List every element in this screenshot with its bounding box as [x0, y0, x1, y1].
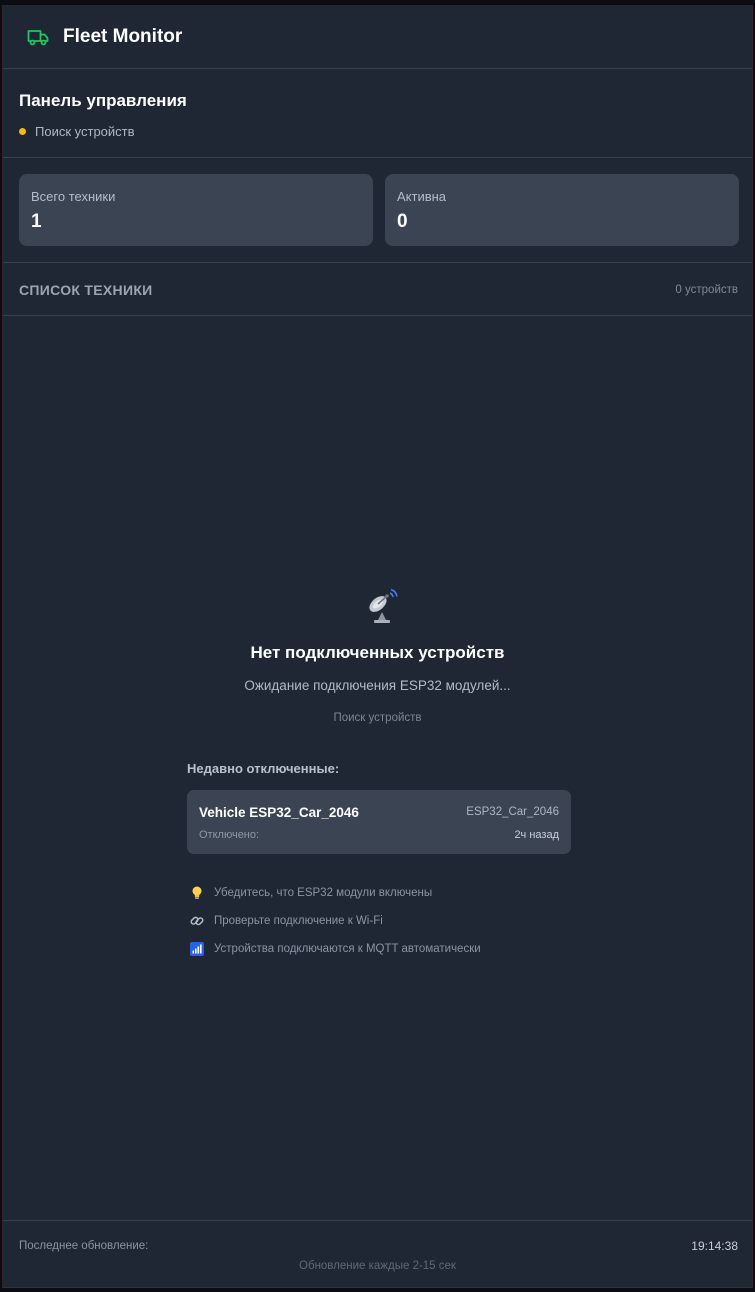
- stat-card-active: Активна 0: [385, 174, 739, 246]
- stat-card-total: Всего техники 1: [19, 174, 373, 246]
- update-interval-text: Обновление каждые 2-15 сек: [299, 1260, 456, 1272]
- tips-list: Убедитесь, что ESP32 модули включены Про…: [189, 879, 481, 963]
- lightbulb-icon: [189, 885, 205, 901]
- empty-state-subtitle: Ожидание подключения ESP32 модулей...: [244, 678, 511, 693]
- recent-device-id: ESP32_Car_2046: [466, 806, 559, 818]
- last-update-label: Последнее обновление:: [19, 1240, 149, 1252]
- app-header: Fleet Monitor: [3, 5, 752, 69]
- vehicle-list-header: СПИСОК ТЕХНИКИ 0 устройств: [3, 263, 752, 316]
- tip-text: Устройства подключаются к MQTT автоматич…: [214, 943, 481, 955]
- recent-device-time: 2ч назад: [514, 829, 559, 841]
- vehicle-list-title: СПИСОК ТЕХНИКИ: [19, 282, 153, 298]
- tip-item: Проверьте подключение к Wi-Fi: [189, 907, 481, 935]
- recent-device-status-label: Отключено:: [199, 829, 260, 841]
- status-text: Поиск устройств: [35, 124, 135, 139]
- dashboard-panel: Панель управления Поиск устройств: [3, 69, 752, 158]
- empty-state-search-text: Поиск устройств: [333, 712, 422, 724]
- empty-state-title: Нет подключенных устройств: [250, 643, 505, 662]
- recent-device-card[interactable]: Vehicle ESP32_Car_2046 ESP32_Car_2046 От…: [187, 790, 571, 854]
- recent-device-name: Vehicle ESP32_Car_2046: [199, 805, 359, 820]
- recently-disconnected-title: Недавно отключенные:: [187, 761, 340, 776]
- device-count: 0 устройств: [675, 284, 738, 296]
- status-dot-icon: [19, 128, 26, 135]
- connection-status: Поиск устройств: [19, 124, 135, 139]
- link-icon: [189, 913, 205, 929]
- truck-icon: [27, 29, 49, 45]
- stat-value-active: 0: [397, 211, 408, 232]
- stats-section: Всего техники 1 Активна 0: [3, 158, 752, 263]
- tip-text: Убедитесь, что ESP32 модули включены: [214, 887, 433, 899]
- tip-text: Проверьте подключение к Wi-Fi: [214, 915, 383, 927]
- stat-label-total: Всего техники: [31, 189, 116, 204]
- last-update-time: 19:14:38: [691, 1239, 738, 1253]
- tip-item: Устройства подключаются к MQTT автоматич…: [189, 935, 481, 963]
- stat-label-active: Активна: [397, 189, 447, 204]
- signal-bars-icon: [189, 941, 205, 957]
- satellite-dish-icon: [369, 588, 398, 623]
- tip-item: Убедитесь, что ESP32 модули включены: [189, 879, 481, 907]
- app-window: Fleet Monitor Панель управления Поиск ус…: [2, 5, 753, 1288]
- empty-state: Нет подключенных устройств Ожидание подк…: [3, 316, 752, 1220]
- stat-value-total: 1: [31, 211, 42, 232]
- panel-title: Панель управления: [19, 91, 187, 110]
- app-footer: Последнее обновление: 19:14:38 Обновлени…: [3, 1220, 752, 1288]
- app-title: Fleet Monitor: [63, 25, 183, 47]
